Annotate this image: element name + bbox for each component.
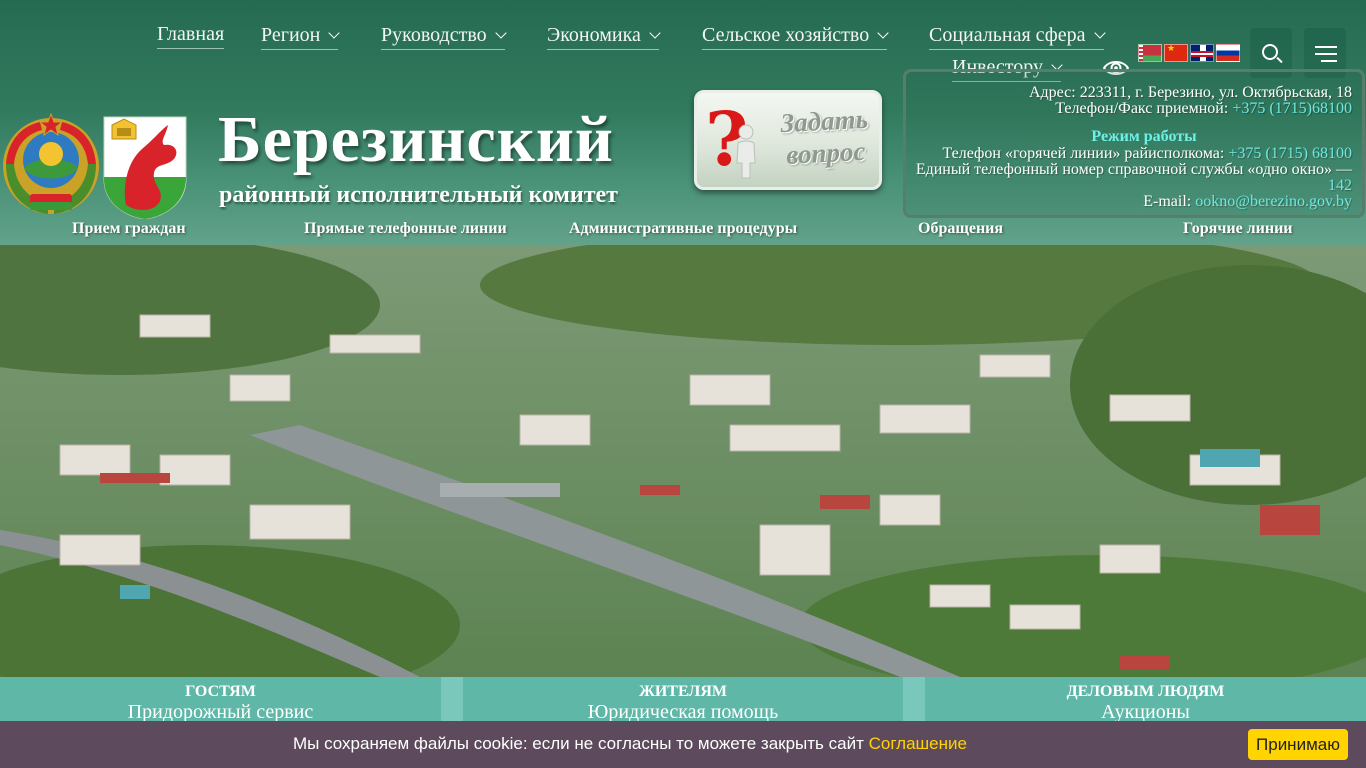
- contact-hotline: Телефон «горячей линии» райисполкома: +3…: [942, 146, 1352, 162]
- contact-reception: Телефон/Факс приемной: +375 (1715)68100: [1055, 101, 1352, 117]
- email-link[interactable]: ookno@berezino.gov.by: [1195, 193, 1352, 210]
- card-residents-title: ЖИТЕЛЯМ: [639, 683, 727, 700]
- cookie-accept-button[interactable]: Принимаю: [1248, 729, 1348, 760]
- site-header: Главная Регион Руководство Экономика Сел…: [0, 0, 1366, 245]
- site-subtitle: районный исполнительный комитет: [219, 182, 618, 208]
- card-guests-title: ГОСТЯМ: [185, 683, 256, 700]
- card-business-title: ДЕЛОВЫМ ЛЮДЯМ: [1066, 683, 1225, 700]
- ask-question-label: Задать вопрос: [779, 103, 869, 171]
- hero-city-photo: [0, 245, 1366, 677]
- cookie-text: Мы сохраняем файлы cookie: если не согла…: [293, 734, 864, 753]
- chevron-down-icon: [328, 27, 341, 39]
- work-mode-link[interactable]: Режим работы: [906, 128, 1362, 146]
- card-guests-link[interactable]: Придорожный сервис: [0, 701, 441, 723]
- reception-label: Телефон/Факс приемной:: [1055, 100, 1229, 117]
- nav-item-label: Сельское хозяйство: [702, 24, 870, 46]
- card-guests[interactable]: ГОСТЯМ Придорожный сервис: [0, 677, 441, 723]
- cookie-message: Мы сохраняем файлы cookie: если не согла…: [0, 734, 1260, 754]
- contact-info-box: Адрес: 223311, г. Березино, ул. Октябрьс…: [903, 69, 1365, 218]
- one-window-number-link[interactable]: 142: [1328, 178, 1352, 194]
- aerial-town-image: [0, 245, 1366, 677]
- reception-phone-link[interactable]: +375 (1715)68100: [1232, 100, 1352, 117]
- quick-link-hotlines[interactable]: Горячие линии: [1183, 220, 1293, 238]
- site-title: Березинский: [218, 103, 614, 176]
- quick-link-direct-lines[interactable]: Прямые телефонные линии: [304, 220, 507, 238]
- nav-item-agriculture[interactable]: Сельское хозяйство: [702, 23, 889, 50]
- district-coat-of-arms-icon: [103, 116, 187, 219]
- nav-item-label: Руководство: [381, 24, 487, 46]
- belarus-state-emblem-icon: [3, 112, 99, 214]
- thinking-person-icon: [736, 124, 756, 179]
- contact-email: E-mail: ookno@berezino.gov.by: [1143, 194, 1352, 210]
- quick-link-admin-procedures[interactable]: Административные процедуры: [569, 220, 797, 238]
- card-divider: [903, 677, 925, 723]
- card-residents[interactable]: ЖИТЕЛЯМ Юридическая помощь: [463, 677, 903, 723]
- hotline-phone-link[interactable]: +375 (1715) 68100: [1228, 145, 1352, 162]
- nav-item-label: Экономика: [547, 24, 641, 46]
- nav-item-region[interactable]: Регион: [261, 23, 341, 50]
- contact-address: Адрес: 223311, г. Березино, ул. Октябрьс…: [1028, 84, 1352, 101]
- chevron-down-icon: [649, 27, 661, 39]
- nav-item-leadership[interactable]: Руководство: [381, 23, 507, 50]
- gb-flag-icon[interactable]: [1190, 44, 1214, 62]
- hotline-label: Телефон «горячей линии» райисполкома:: [942, 145, 1225, 162]
- card-business-link[interactable]: Аукционы: [925, 701, 1366, 723]
- chevron-down-icon: [877, 27, 889, 39]
- nav-item-label: Главная: [157, 23, 225, 45]
- chevron-down-icon: [1093, 27, 1106, 39]
- cookie-agreement-link[interactable]: Соглашение: [869, 734, 967, 753]
- email-label: E-mail:: [1143, 193, 1192, 210]
- nav-item-economy[interactable]: Экономика: [547, 23, 661, 50]
- ask-question-button[interactable]: ? Задать вопрос: [694, 90, 882, 190]
- quick-link-reception[interactable]: Прием граждан: [72, 220, 186, 238]
- cn-flag-icon[interactable]: [1164, 43, 1188, 62]
- card-business[interactable]: ДЕЛОВЫМ ЛЮДЯМ Аукционы: [925, 677, 1366, 723]
- nav-item-home[interactable]: Главная: [157, 22, 225, 49]
- search-icon: [1262, 44, 1278, 60]
- ru-flag-icon[interactable]: [1216, 44, 1240, 62]
- nav-item-social[interactable]: Социальная сфера: [929, 23, 1106, 50]
- card-divider: [441, 677, 463, 723]
- one-window-label: Единый телефонный номер справочной служб…: [915, 161, 1352, 178]
- card-residents-link[interactable]: Юридическая помощь: [463, 701, 903, 723]
- quick-link-appeals[interactable]: Обращения: [918, 220, 1003, 238]
- be-flag-icon[interactable]: [1138, 44, 1162, 62]
- nav-item-label: Регион: [261, 24, 321, 46]
- nav-item-label: Социальная сфера: [929, 24, 1086, 46]
- cookie-consent-bar: Мы сохраняем файлы cookie: если не согла…: [0, 721, 1366, 768]
- chevron-down-icon: [494, 27, 507, 39]
